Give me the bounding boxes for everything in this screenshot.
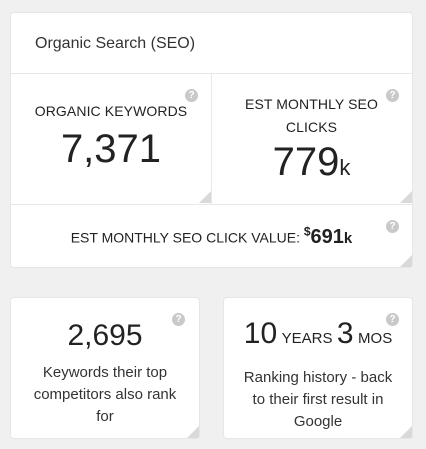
- click-value-suffix: k: [343, 229, 353, 247]
- monthly-clicks-label-line2: CLICKS: [285, 119, 338, 135]
- help-icon[interactable]: ?: [386, 313, 399, 326]
- monthly-clicks-suffix: k: [339, 155, 351, 180]
- monthly-clicks-label: EST MONTHLY SEO CLICKS: [211, 93, 412, 139]
- competitors-desc-line1: Keywords their top: [42, 364, 168, 381]
- corner-fold-icon: [199, 191, 211, 203]
- divider: [11, 204, 412, 205]
- monthly-clicks-label-line1: EST MONTHLY SEO: [245, 96, 378, 112]
- organic-keywords-value: 7,371: [60, 127, 162, 171]
- corner-fold-icon: [187, 426, 199, 438]
- help-icon[interactable]: ?: [172, 313, 185, 326]
- click-value-amount: $691k: [303, 224, 353, 248]
- history-desc-line1: Ranking history - back: [243, 369, 393, 386]
- organic-keywords-label: ORGANIC KEYWORDS: [34, 103, 188, 119]
- competitors-value: 2,695: [67, 319, 143, 352]
- competitors-desc-line3: for: [96, 408, 114, 425]
- competitors-desc-line2: competitors also rank: [33, 386, 177, 403]
- competitors-description: Keywords their top competitors also rank…: [11, 362, 199, 428]
- history-years-unit: YEARS: [281, 330, 333, 347]
- history-months-unit: MOS: [358, 330, 393, 347]
- history-desc-line2: to their first result in: [252, 391, 384, 408]
- monthly-clicks-number: 779: [272, 140, 340, 184]
- competitors-card: ? 2,695 Keywords their top competitors a…: [11, 298, 199, 438]
- corner-fold-icon: [400, 426, 412, 438]
- corner-fold-icon: [400, 255, 412, 267]
- card-title: Organic Search (SEO): [35, 35, 196, 52]
- click-value-row: EST MONTHLY SEO CLICK VALUE: $691k: [11, 224, 412, 249]
- corner-fold-icon: [400, 191, 412, 203]
- help-icon[interactable]: ?: [185, 89, 198, 102]
- history-months: 3: [336, 317, 354, 350]
- seo-card: Organic Search (SEO) ORGANIC KEYWORDS ? …: [11, 13, 412, 267]
- history-desc-line3: Google: [293, 413, 343, 430]
- history-value: 10 YEARS 3 MOS: [224, 316, 412, 357]
- monthly-clicks-value: 779k: [211, 140, 412, 185]
- history-card: ? 10 YEARS 3 MOS Ranking history - back …: [224, 298, 412, 438]
- history-years: 10: [243, 317, 278, 350]
- history-description: Ranking history - back to their first re…: [224, 367, 412, 433]
- currency-symbol: $: [303, 224, 311, 238]
- click-value-number: 691: [310, 225, 344, 248]
- click-value-label: EST MONTHLY SEO CLICK VALUE:: [70, 229, 300, 246]
- help-icon[interactable]: ?: [386, 89, 399, 102]
